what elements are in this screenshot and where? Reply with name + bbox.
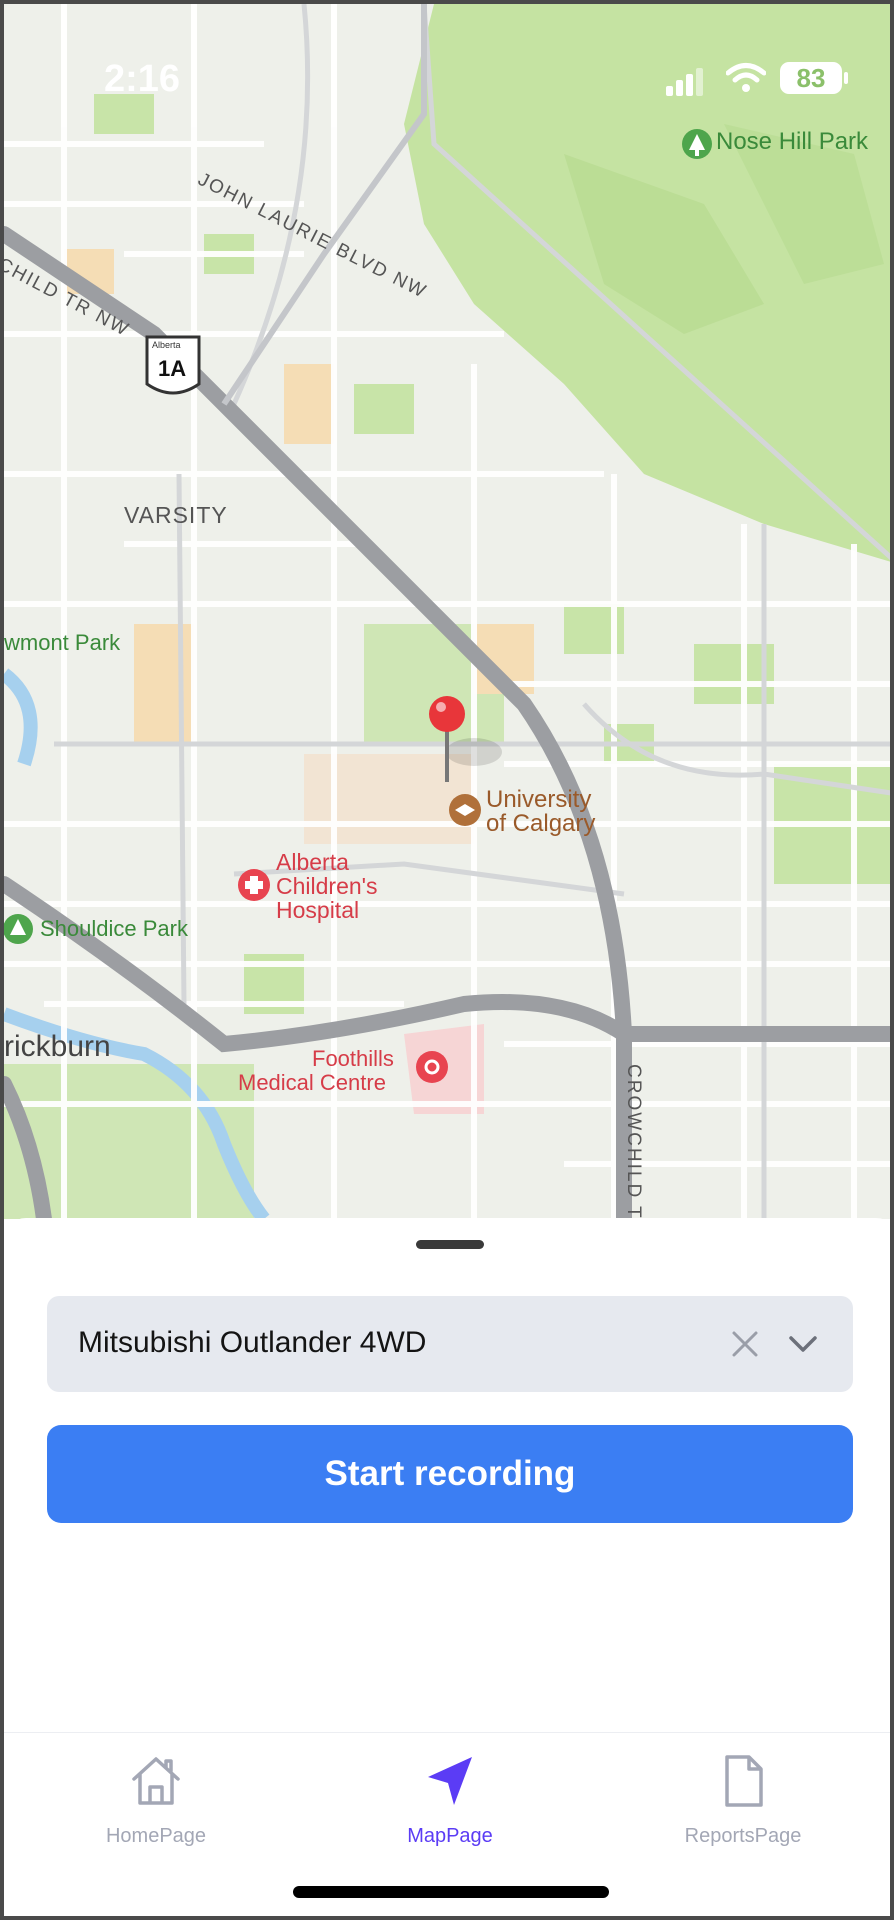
document-icon xyxy=(725,1755,763,1807)
map-label-childrens-line1[interactable]: Alberta xyxy=(276,849,349,876)
battery-cap xyxy=(844,72,848,84)
tab-reportspage-label: ReportsPage xyxy=(684,1825,802,1847)
status-time: 2:16 xyxy=(104,58,181,100)
clear-icon[interactable] xyxy=(723,1322,767,1366)
tab-mappage-label: MapPage xyxy=(407,1825,493,1847)
map-label-nose-hill-park[interactable]: Nose Hill Park xyxy=(716,128,868,156)
map-label-brickburn: rickburn xyxy=(4,1030,111,1063)
map-label-foothills-line1[interactable]: Foothills xyxy=(312,1046,394,1072)
map-label-bowmont-park[interactable]: wmont Park xyxy=(4,630,120,656)
vehicle-select[interactable]: Mitsubishi Outlander 4WD xyxy=(47,1296,853,1392)
start-recording-button[interactable]: Start recording xyxy=(47,1425,853,1523)
tab-mappage[interactable]: MapPage xyxy=(340,1751,560,1871)
map-label-foothills-line2[interactable]: Medical Centre xyxy=(238,1070,386,1096)
map-view[interactable]: Nose Hill Park JOHN LAURIE BLVD NW CHILD… xyxy=(4,4,890,1219)
tab-homepage-label: HomePage xyxy=(105,1825,207,1847)
app-screen: Nose Hill Park JOHN LAURIE BLVD NW CHILD… xyxy=(0,0,894,1920)
vehicle-select-value: Mitsubishi Outlander 4WD xyxy=(78,1326,427,1359)
battery-indicator: 83 xyxy=(780,62,842,94)
map-canvas xyxy=(4,4,890,1219)
status-bar: 2:16 83 xyxy=(4,4,890,124)
navigation-arrow-icon xyxy=(428,1757,472,1805)
chevron-down-icon[interactable] xyxy=(781,1322,825,1366)
cellular-signal-icon xyxy=(666,68,703,96)
tab-reportspage[interactable]: ReportsPage xyxy=(633,1751,853,1871)
home-icon xyxy=(132,1757,180,1805)
highway-shield-province: Alberta xyxy=(152,340,181,350)
home-indicator[interactable] xyxy=(293,1886,609,1898)
tab-homepage[interactable]: HomePage xyxy=(46,1751,266,1871)
map-label-childrens-line2[interactable]: Children's xyxy=(276,873,378,900)
sheet-grabber-handle[interactable] xyxy=(416,1240,484,1249)
wifi-icon xyxy=(726,63,766,92)
highway-shield-number: 1A xyxy=(158,356,187,381)
map-label-university-line2[interactable]: of Calgary xyxy=(486,810,595,838)
map-label-childrens-line3[interactable]: Hospital xyxy=(276,897,359,924)
map-label-varsity: VARSITY xyxy=(124,502,228,528)
map-label-shouldice-park[interactable]: Shouldice Park xyxy=(40,916,188,942)
map-pin-icon xyxy=(429,696,465,732)
map-label-crowchild-vertical: CROWCHILD T xyxy=(623,1064,644,1219)
